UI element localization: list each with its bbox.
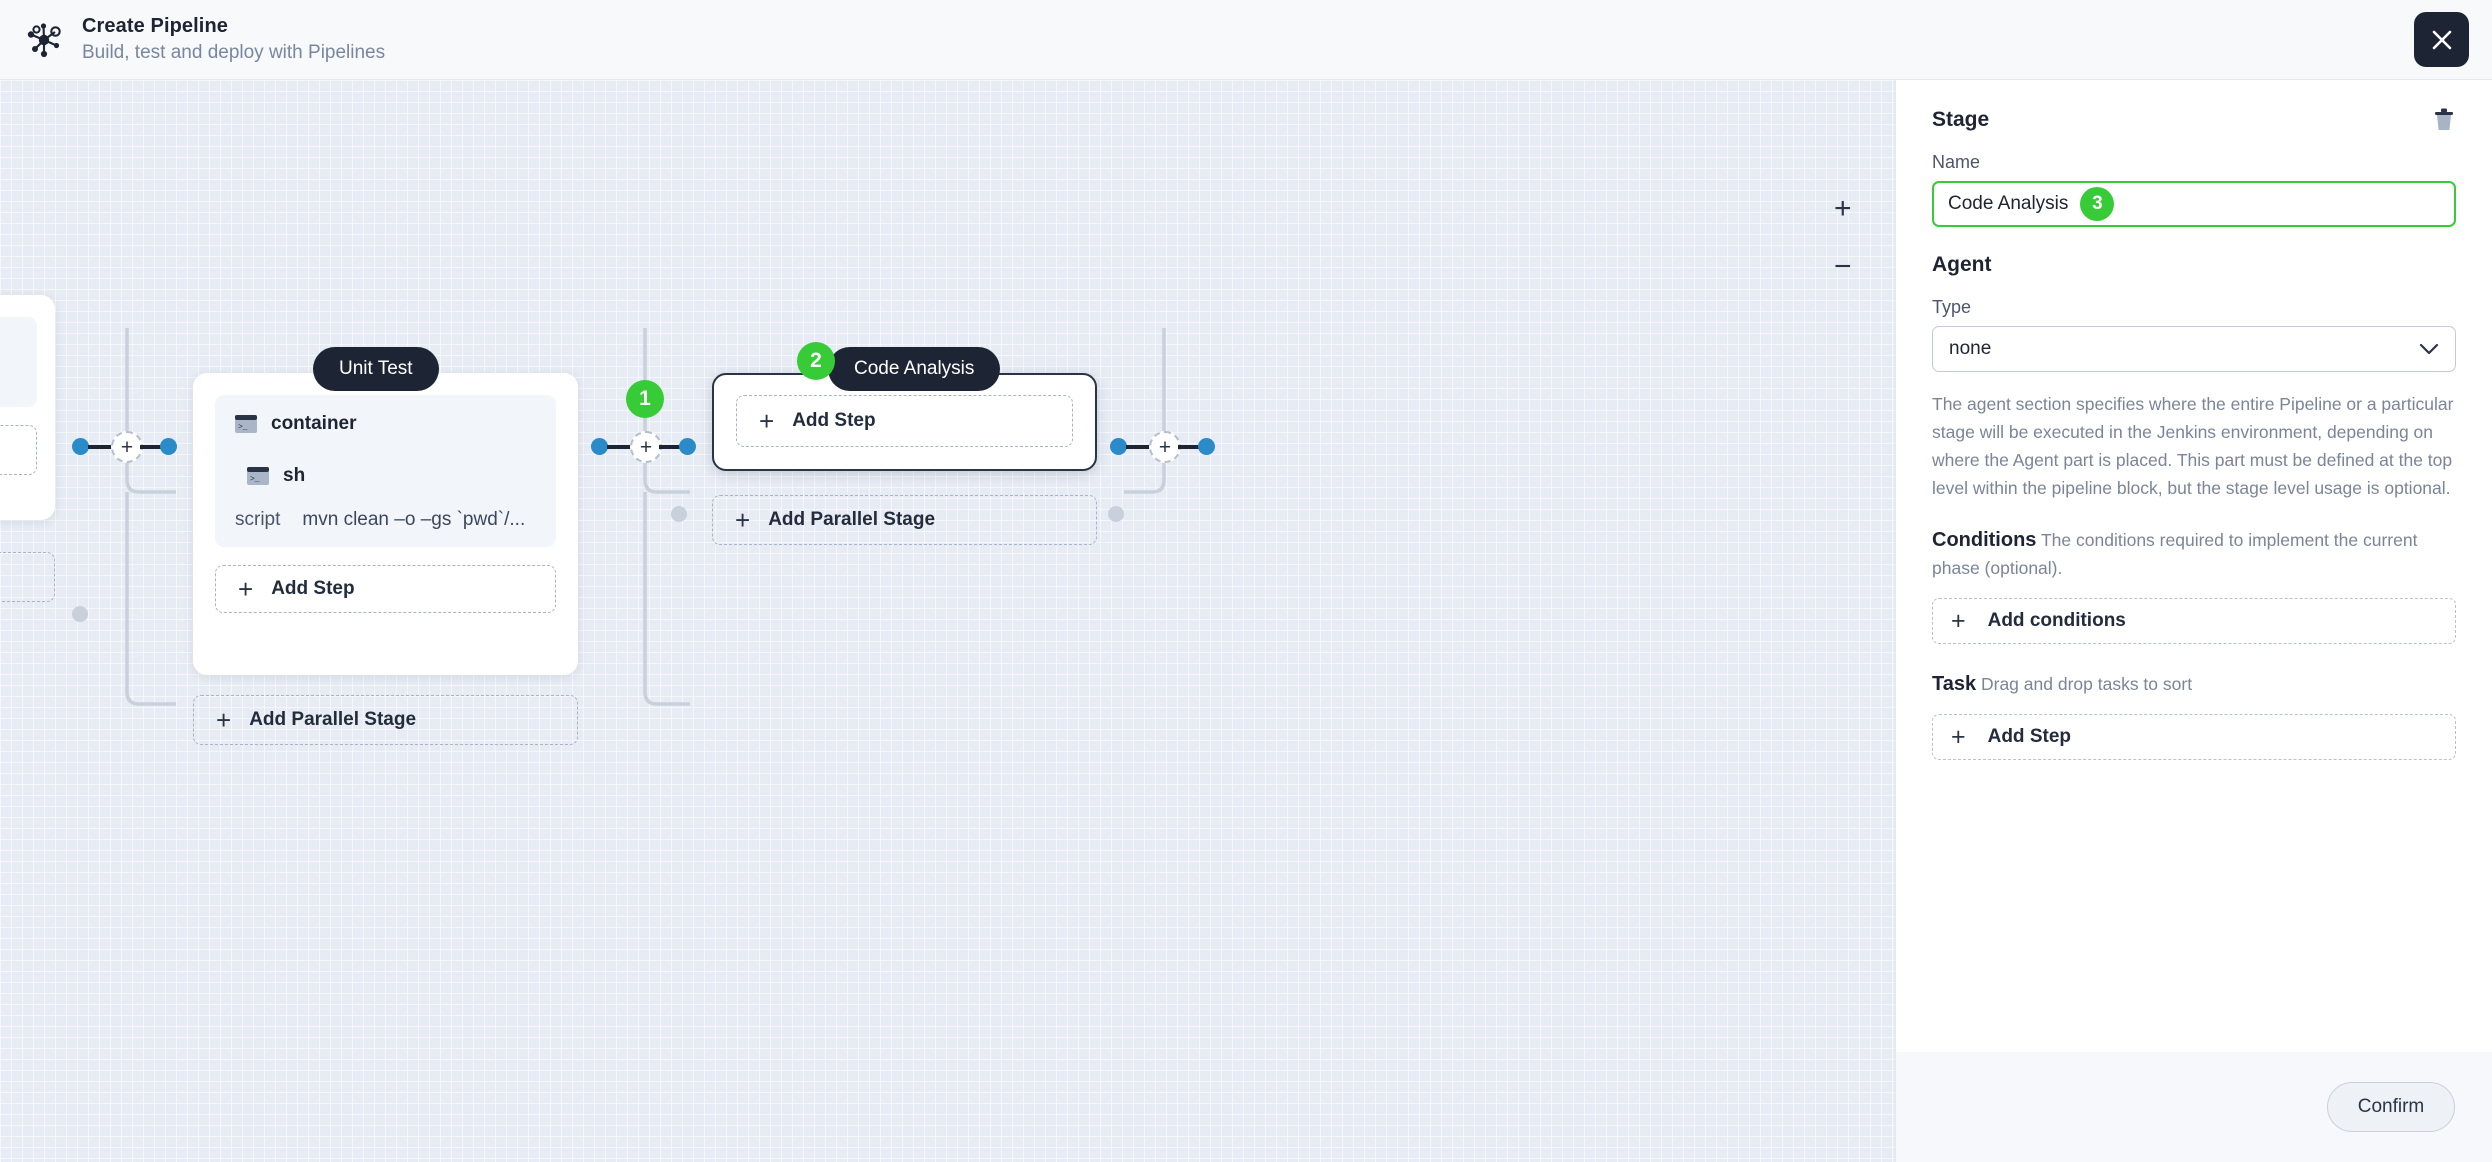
tutorial-badge-2: 2 (797, 342, 835, 380)
header-text-block: Create Pipeline Build, test and deploy w… (82, 13, 385, 67)
plus-icon: + (238, 574, 254, 604)
add-step-label: Add Step (271, 578, 355, 599)
confirm-button[interactable]: Confirm (2327, 1082, 2455, 1132)
step-label: container (271, 413, 357, 434)
app-header: Create Pipeline Build, test and deploy w… (0, 0, 2492, 80)
connector-plus-left[interactable]: + (111, 431, 143, 463)
page-title: Create Pipeline (82, 14, 229, 37)
plus-icon: + (759, 406, 775, 436)
add-step-button-panel[interactable]: + Add Step (1932, 714, 2456, 760)
stage-label-code-analysis[interactable]: Code Analysis (828, 347, 1001, 391)
plus-icon: + (216, 705, 232, 735)
pipeline-node-icon (22, 18, 66, 62)
stage-name-value: Code Analysis (1948, 193, 2069, 214)
plus-icon: + (1951, 722, 1966, 751)
type-field-label: Type (1932, 297, 1972, 317)
delete-stage-button[interactable] (2432, 106, 2456, 137)
agent-type-value: none (1949, 338, 1992, 359)
svg-text:>_: >_ (238, 423, 248, 432)
stage-settings-panel: Stage Name Code Analysis 3 Agent Type no… (1895, 80, 2492, 1162)
stage-label-text: Code Analysis (854, 358, 975, 379)
script-row: script mvn clean –o –gs `pwd`/... (235, 509, 536, 531)
add-parallel-stage-label: Add Parallel Stage (249, 709, 417, 730)
agent-type-select[interactable]: none (1932, 326, 2456, 372)
connector-dot (160, 438, 177, 455)
add-step-button[interactable] (0, 425, 37, 475)
add-parallel-stage-label: Add Parallel Stage (768, 509, 936, 530)
page-subtitle: Build, test and deploy with Pipelines (82, 41, 386, 63)
plus-icon: + (735, 505, 751, 535)
panel-footer: Confirm (1896, 1052, 2492, 1162)
task-help: Drag and drop tasks to sort (1980, 674, 2193, 694)
add-parallel-stage-button-partial[interactable] (0, 552, 55, 602)
stage-name-input[interactable]: Code Analysis 3 (1932, 181, 2456, 227)
branch-dot (671, 506, 687, 522)
pipeline-canvas[interactable]: + − Unit Test >_ container >_ sh script … (0, 80, 1895, 1162)
branch-dot (1108, 506, 1124, 522)
add-parallel-stage-button-code-analysis[interactable]: + Add Parallel Stage (712, 495, 1097, 545)
chevron-down-icon (2419, 343, 2439, 355)
panel-body: Stage Name Code Analysis 3 Agent Type no… (1896, 80, 2492, 760)
conditions-title: Conditions (1932, 529, 2037, 551)
close-icon (2432, 30, 2451, 49)
connector-dot (591, 438, 608, 455)
add-conditions-button[interactable]: + Add conditions (1932, 598, 2456, 644)
add-conditions-label: Add conditions (1987, 610, 2126, 631)
terminal-icon: >_ (235, 415, 257, 433)
name-field-label: Name (1932, 152, 1981, 172)
stage-card-unit-test[interactable]: >_ container >_ sh script mvn clean –o –… (193, 373, 578, 675)
trash-icon (2435, 108, 2453, 130)
script-value: mvn clean –o –gs `pwd`/... (302, 509, 526, 530)
step-block (0, 317, 37, 407)
add-step-label: Add Step (1987, 726, 2071, 747)
tutorial-badge-1: 1 (626, 380, 664, 418)
connector-plus-right[interactable]: + (1149, 431, 1181, 463)
svg-text:>_: >_ (250, 475, 260, 484)
branch-dot (72, 606, 88, 622)
script-key: script (235, 509, 281, 530)
task-title: Task (1932, 673, 1977, 695)
add-parallel-stage-button-unit-test[interactable]: + Add Parallel Stage (193, 695, 578, 745)
tutorial-badge-3: 3 (2080, 187, 2115, 221)
connector-plus-middle[interactable]: + (630, 431, 662, 463)
connector-dot (679, 438, 696, 455)
step-row-sh[interactable]: >_ sh (247, 465, 536, 487)
agent-help-text: The agent section specifies where the en… (1932, 394, 2454, 498)
add-step-button-unit-test[interactable]: + Add Step (215, 565, 556, 613)
add-step-button-code-analysis[interactable]: + Add Step (736, 395, 1073, 447)
agent-section-title: Agent (1932, 253, 1992, 276)
plus-icon: + (1951, 606, 1966, 635)
connector-dot (72, 438, 89, 455)
stage-label-unit-test[interactable]: Unit Test (313, 347, 439, 391)
stage-label-text: Unit Test (339, 358, 413, 379)
step-row-container[interactable]: >_ container (235, 413, 536, 435)
step-label: sh (283, 465, 306, 486)
connector-dot (1110, 438, 1127, 455)
panel-section-title: Stage (1932, 108, 1990, 131)
zoom-out-button[interactable]: − (1834, 252, 1852, 282)
zoom-in-button[interactable]: + (1834, 194, 1852, 224)
connector-dot (1198, 438, 1215, 455)
stage-card-partial[interactable] (0, 295, 55, 520)
conditions-heading-block: Conditions The conditions required to im… (1932, 526, 2456, 582)
add-step-label: Add Step (792, 410, 876, 431)
task-heading-block: Task Drag and drop tasks to sort (1932, 670, 2456, 698)
terminal-icon: >_ (247, 467, 269, 485)
step-block-unit-test[interactable]: >_ container >_ sh script mvn clean –o –… (215, 395, 556, 547)
close-button[interactable] (2414, 12, 2469, 67)
